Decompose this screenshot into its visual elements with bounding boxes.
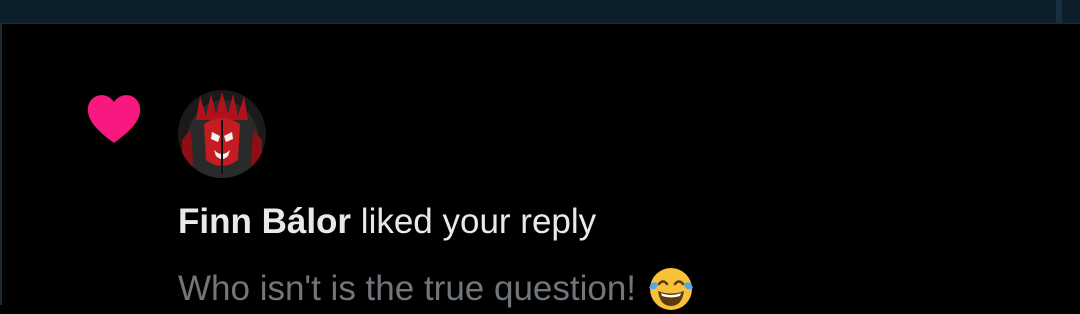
- notification-text: Finn Bálor liked your reply: [178, 200, 596, 244]
- face-with-tears-of-joy-emoji: [649, 268, 694, 310]
- action-text: liked your reply: [351, 202, 597, 241]
- reply-text: Who isn't is the true question!: [178, 269, 637, 308]
- heart-icon: [87, 95, 141, 143]
- avatar[interactable]: [178, 90, 266, 178]
- user-name[interactable]: Finn Bálor: [178, 202, 351, 241]
- top-bar: [0, 0, 1080, 24]
- reply-preview[interactable]: Who isn't is the true question!: [178, 264, 696, 314]
- like-notification[interactable]: Finn Bálor liked your reply Who isn't is…: [0, 24, 1080, 310]
